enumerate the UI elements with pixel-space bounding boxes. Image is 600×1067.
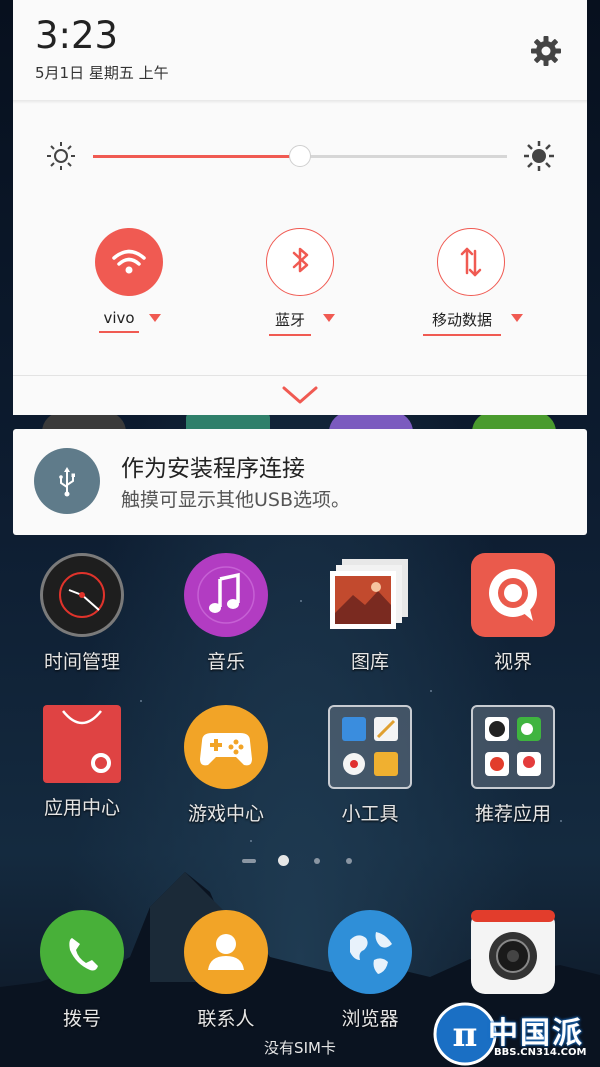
gallery-app-icon — [328, 553, 412, 637]
app-label: 时间管理 — [43, 651, 120, 673]
app-label: 视界 — [493, 651, 532, 673]
watermark-url: BBS.CN314.COM — [494, 1047, 587, 1058]
watermark-text: 中国派 — [488, 1016, 584, 1051]
quick-settings-panel: 3:23 5月1日 星期五 上午 vivo 蓝牙 移动数据 — [13, 0, 587, 415]
page-dot — [242, 859, 256, 863]
recommended-folder-icon — [471, 705, 555, 789]
app-label: 应用中心 — [43, 797, 120, 819]
app-label: 推荐应用 — [474, 803, 551, 825]
page-dot-active — [278, 855, 289, 866]
usb-notification[interactable]: 作为安装程序连接 触摸可显示其他USB选项。 — [13, 429, 587, 535]
contacts-app-icon — [184, 910, 268, 994]
bluetooth-dropdown-caret[interactable] — [323, 314, 335, 322]
page-dot — [314, 858, 320, 864]
header-divider — [13, 100, 587, 104]
page-dot — [346, 858, 352, 864]
brightness-slider-thumb[interactable] — [289, 145, 311, 167]
brightness-slider-fill — [93, 155, 300, 158]
widgets-folder-icon — [328, 705, 412, 789]
shade-divider — [13, 375, 587, 376]
wifi-label[interactable]: vivo — [99, 309, 139, 333]
app-store-icon — [43, 705, 121, 783]
notification-body: 触摸可显示其他USB选项。 — [121, 489, 351, 511]
clock: 3:23 — [35, 14, 119, 57]
date-label: 5月1日 星期五 上午 — [35, 64, 169, 82]
app-label: 拨号 — [62, 1008, 101, 1030]
app-label: 音乐 — [206, 651, 245, 673]
phone-app-icon — [40, 910, 124, 994]
wifi-toggle[interactable] — [95, 228, 163, 296]
app-time-management[interactable]: 时间管理 — [22, 553, 142, 674]
mobile-data-label[interactable]: 移动数据 — [423, 309, 501, 336]
camera-app-icon — [471, 910, 555, 994]
app-game-center[interactable]: 游戏中心 — [166, 705, 286, 826]
bluetooth-icon — [292, 247, 309, 273]
app-label: 浏览器 — [341, 1008, 399, 1030]
app-phone[interactable]: 拨号 — [22, 910, 142, 1031]
app-gallery[interactable]: 图库 — [310, 553, 430, 674]
gamepad-app-icon — [184, 705, 268, 789]
app-label: 图库 — [350, 651, 389, 673]
mobile-data-icon — [460, 247, 482, 277]
mobile-data-toggle[interactable] — [437, 228, 505, 296]
app-music[interactable]: 音乐 — [166, 553, 286, 674]
app-view[interactable]: 视界 — [453, 553, 573, 674]
bluetooth-label[interactable]: 蓝牙 — [269, 309, 311, 336]
chevron-down-icon[interactable] — [281, 383, 319, 407]
brightness-low-icon — [47, 142, 75, 170]
app-app-center[interactable]: 应用中心 — [22, 705, 142, 820]
app-contacts[interactable]: 联系人 — [166, 910, 286, 1031]
wifi-icon — [112, 249, 146, 274]
usb-icon — [34, 448, 100, 514]
app-label: 联系人 — [197, 1008, 255, 1030]
bluetooth-toggle[interactable] — [266, 228, 334, 296]
mobile-data-dropdown-caret[interactable] — [511, 314, 523, 322]
globe-app-icon — [328, 910, 412, 994]
clock-app-icon — [40, 553, 124, 637]
app-browser[interactable]: 浏览器 — [310, 910, 430, 1031]
page-indicator — [0, 855, 600, 867]
brightness-slider[interactable] — [93, 145, 507, 167]
wifi-dropdown-caret[interactable] — [149, 314, 161, 322]
folder-recommended-apps[interactable]: 推荐应用 — [453, 705, 573, 826]
app-label: 游戏中心 — [187, 803, 264, 825]
music-app-icon — [184, 553, 268, 637]
app-label: 小工具 — [341, 803, 399, 825]
folder-widgets[interactable]: 小工具 — [310, 705, 430, 826]
vision-app-icon — [471, 553, 555, 637]
notification-title: 作为安装程序连接 — [121, 456, 305, 482]
svg-text:π: π — [453, 1015, 478, 1055]
gear-icon[interactable] — [528, 33, 564, 69]
app-camera[interactable] — [453, 910, 573, 994]
brightness-high-icon — [524, 141, 554, 171]
